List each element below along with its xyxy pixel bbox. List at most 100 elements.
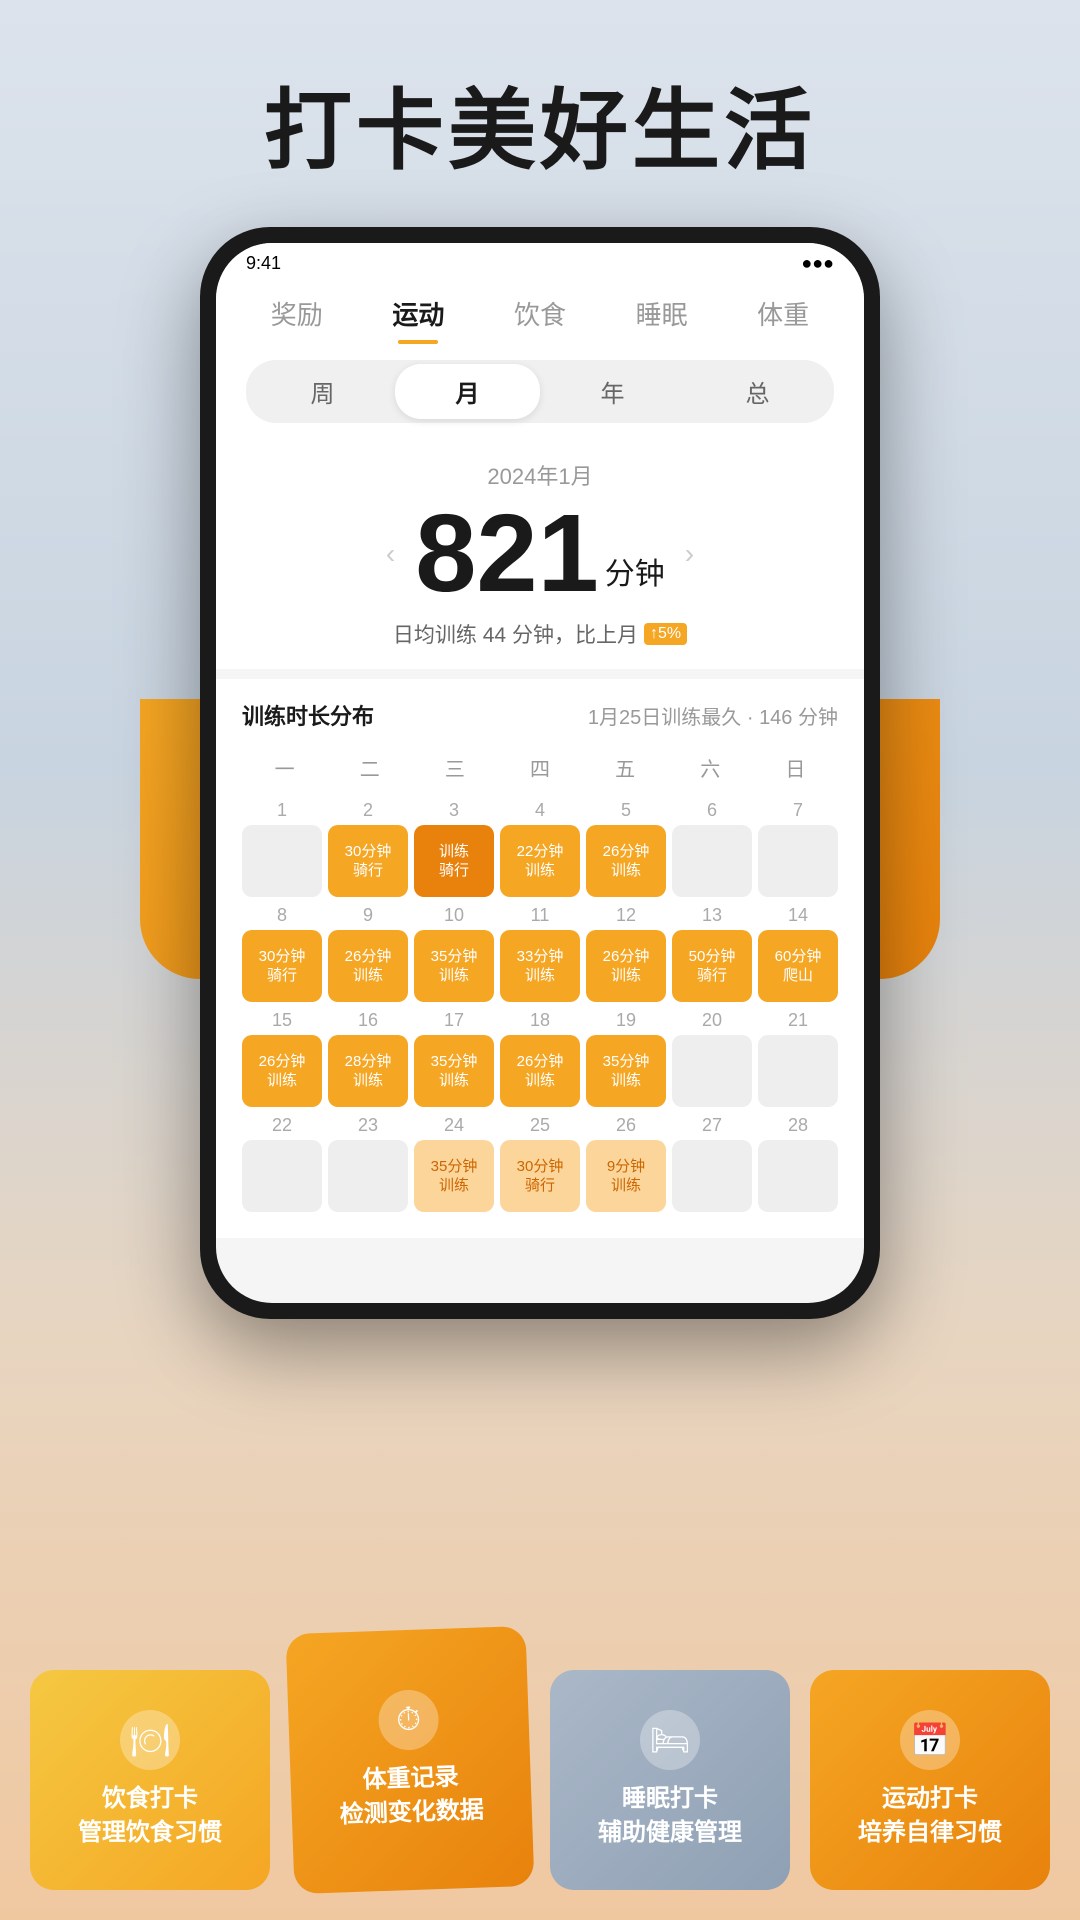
period-pills: 周 月 年 总: [246, 360, 834, 423]
stats-value: 821: [415, 499, 599, 609]
week-cells-row-0[interactable]: 30分钟 骑行训练 骑行22分钟 训练26分钟 训练: [242, 825, 838, 897]
tab-sleep[interactable]: 睡眠: [636, 295, 688, 344]
calendar-section: 训练时长分布 1月25日训练最久 · 146 分钟 一 二 三 四 五 六 日 …: [216, 679, 864, 1238]
calendar-header: 训练时长分布 1月25日训练最久 · 146 分钟: [242, 699, 838, 731]
cal-date: 22: [242, 1113, 322, 1138]
cal-cell-3-6[interactable]: [758, 1140, 838, 1212]
phone-frame: 9:41 ●●● 奖励 运动 饮食 睡眠 体重 周 月 年 总: [200, 227, 880, 1319]
cal-cell-0-0[interactable]: [242, 825, 322, 897]
stats-sub: 日均训练 44 分钟，比上月 ↑5%: [246, 619, 834, 649]
feature-card-sleep[interactable]: 🛏 睡眠打卡辅助健康管理: [550, 1670, 790, 1890]
feature-card-food[interactable]: 🍽 饮食打卡管理饮食习惯: [30, 1670, 270, 1890]
cal-cell-1-2[interactable]: 35分钟 训练: [414, 930, 494, 1002]
week-cells-row-2[interactable]: 26分钟 训练28分钟 训练35分钟 训练26分钟 训练35分钟 训练: [242, 1035, 838, 1107]
weekday-mon: 一: [242, 747, 327, 788]
weight-label: 体重记录检测变化数据: [338, 1760, 484, 1832]
stats-unit: 分钟: [605, 549, 665, 609]
cal-date: 16: [328, 1008, 408, 1033]
weekday-sun: 日: [753, 747, 838, 788]
weekday-fri: 五: [583, 747, 668, 788]
calendar-grid: 123456730分钟 骑行训练 骑行22分钟 训练26分钟 训练8910111…: [242, 798, 838, 1212]
tab-exercise[interactable]: 运动: [392, 295, 444, 344]
cal-date: 17: [414, 1008, 494, 1033]
cal-cell-1-4[interactable]: 26分钟 训练: [586, 930, 666, 1002]
cal-date: 5: [586, 798, 666, 823]
exercise-icon: 📅: [900, 1710, 960, 1770]
period-year[interactable]: 年: [540, 364, 685, 419]
cal-cell-0-6[interactable]: [758, 825, 838, 897]
cal-cell-1-0[interactable]: 30分钟 骑行: [242, 930, 322, 1002]
cal-date: 13: [672, 903, 752, 928]
week-date-row-3: 22232425262728: [242, 1113, 838, 1138]
weekday-tue: 二: [327, 747, 412, 788]
cal-cell-2-1[interactable]: 28分钟 训练: [328, 1035, 408, 1107]
cal-date: 18: [500, 1008, 580, 1033]
feature-cards: 🍽 饮食打卡管理饮食习惯 ⏱ 体重记录检测变化数据 🛏 睡眠打卡辅助健康管理 📅…: [0, 1630, 1080, 1920]
cal-date: 12: [586, 903, 666, 928]
cal-cell-0-5[interactable]: [672, 825, 752, 897]
nav-tabs: 奖励 运动 饮食 睡眠 体重: [216, 283, 864, 344]
cal-cell-2-6[interactable]: [758, 1035, 838, 1107]
cal-cell-3-0[interactable]: [242, 1140, 322, 1212]
cal-cell-0-3[interactable]: 22分钟 训练: [500, 825, 580, 897]
cal-cell-1-6[interactable]: 60分钟 爬山: [758, 930, 838, 1002]
cal-cell-3-1[interactable]: [328, 1140, 408, 1212]
week-cells-row-1[interactable]: 30分钟 骑行26分钟 训练35分钟 训练33分钟 训练26分钟 训练50分钟 …: [242, 930, 838, 1002]
stats-section: 2024年1月 ‹ 821 分钟 › 日均训练 44 分钟，比上月 ↑5%: [216, 439, 864, 669]
cal-cell-1-5[interactable]: 50分钟 骑行: [672, 930, 752, 1002]
cal-cell-1-3[interactable]: 33分钟 训练: [500, 930, 580, 1002]
cal-cell-2-0[interactable]: 26分钟 训练: [242, 1035, 322, 1107]
feature-card-exercise[interactable]: 📅 运动打卡培养自律习惯: [810, 1670, 1050, 1890]
weekday-thu: 四: [497, 747, 582, 788]
cal-cell-2-5[interactable]: [672, 1035, 752, 1107]
cal-cell-0-2[interactable]: 训练 骑行: [414, 825, 494, 897]
cal-cell-2-2[interactable]: 35分钟 训练: [414, 1035, 494, 1107]
sleep-icon: 🛏: [640, 1710, 700, 1770]
trend-badge: ↑5%: [644, 623, 687, 645]
cal-cell-2-3[interactable]: 26分钟 训练: [500, 1035, 580, 1107]
status-time: 9:41: [246, 253, 281, 274]
tab-diet[interactable]: 饮食: [514, 295, 566, 344]
weekday-sat: 六: [668, 747, 753, 788]
status-icons: ●●●: [801, 253, 834, 274]
next-arrow[interactable]: ›: [665, 538, 714, 570]
tab-rewards[interactable]: 奖励: [271, 295, 323, 344]
cal-cell-1-1[interactable]: 26分钟 训练: [328, 930, 408, 1002]
cal-cell-2-4[interactable]: 35分钟 训练: [586, 1035, 666, 1107]
cal-date: 9: [328, 903, 408, 928]
feature-card-weight[interactable]: ⏱ 体重记录检测变化数据: [286, 1626, 535, 1894]
week-cells-row-3[interactable]: 35分钟 训练30分钟 骑行9分钟 训练: [242, 1140, 838, 1212]
stats-date: 2024年1月: [246, 459, 834, 491]
period-selector: 周 月 年 总: [216, 344, 864, 439]
prev-arrow[interactable]: ‹: [366, 538, 415, 570]
cal-cell-3-5[interactable]: [672, 1140, 752, 1212]
cal-date: 8: [242, 903, 322, 928]
sleep-label: 睡眠打卡辅助健康管理: [598, 1782, 742, 1849]
status-bar: 9:41 ●●●: [216, 243, 864, 283]
page-title: 打卡美好生活: [0, 0, 1080, 187]
cal-date: 1: [242, 798, 322, 823]
calendar-title: 训练时长分布: [242, 699, 374, 731]
stats-value-row: ‹ 821 分钟 ›: [246, 499, 834, 609]
cal-date: 14: [758, 903, 838, 928]
period-total[interactable]: 总: [685, 364, 830, 419]
cal-date: 15: [242, 1008, 322, 1033]
period-month[interactable]: 月: [395, 364, 540, 419]
tab-weight[interactable]: 体重: [757, 295, 809, 344]
cal-cell-3-4[interactable]: 9分钟 训练: [586, 1140, 666, 1212]
cal-cell-3-3[interactable]: 30分钟 骑行: [500, 1140, 580, 1212]
food-label: 饮食打卡管理饮食习惯: [78, 1782, 222, 1849]
cal-date: 25: [500, 1113, 580, 1138]
week-date-row-1: 891011121314: [242, 903, 838, 928]
cal-date: 21: [758, 1008, 838, 1033]
cal-cell-0-4[interactable]: 26分钟 训练: [586, 825, 666, 897]
cal-cell-3-2[interactable]: 35分钟 训练: [414, 1140, 494, 1212]
cal-date: 23: [328, 1113, 408, 1138]
cal-cell-0-1[interactable]: 30分钟 骑行: [328, 825, 408, 897]
weekday-row: 一 二 三 四 五 六 日: [242, 747, 838, 788]
cal-date: 10: [414, 903, 494, 928]
period-week[interactable]: 周: [250, 364, 395, 419]
cal-date: 26: [586, 1113, 666, 1138]
phone-screen: 9:41 ●●● 奖励 运动 饮食 睡眠 体重 周 月 年 总: [216, 243, 864, 1303]
cal-date: 27: [672, 1113, 752, 1138]
